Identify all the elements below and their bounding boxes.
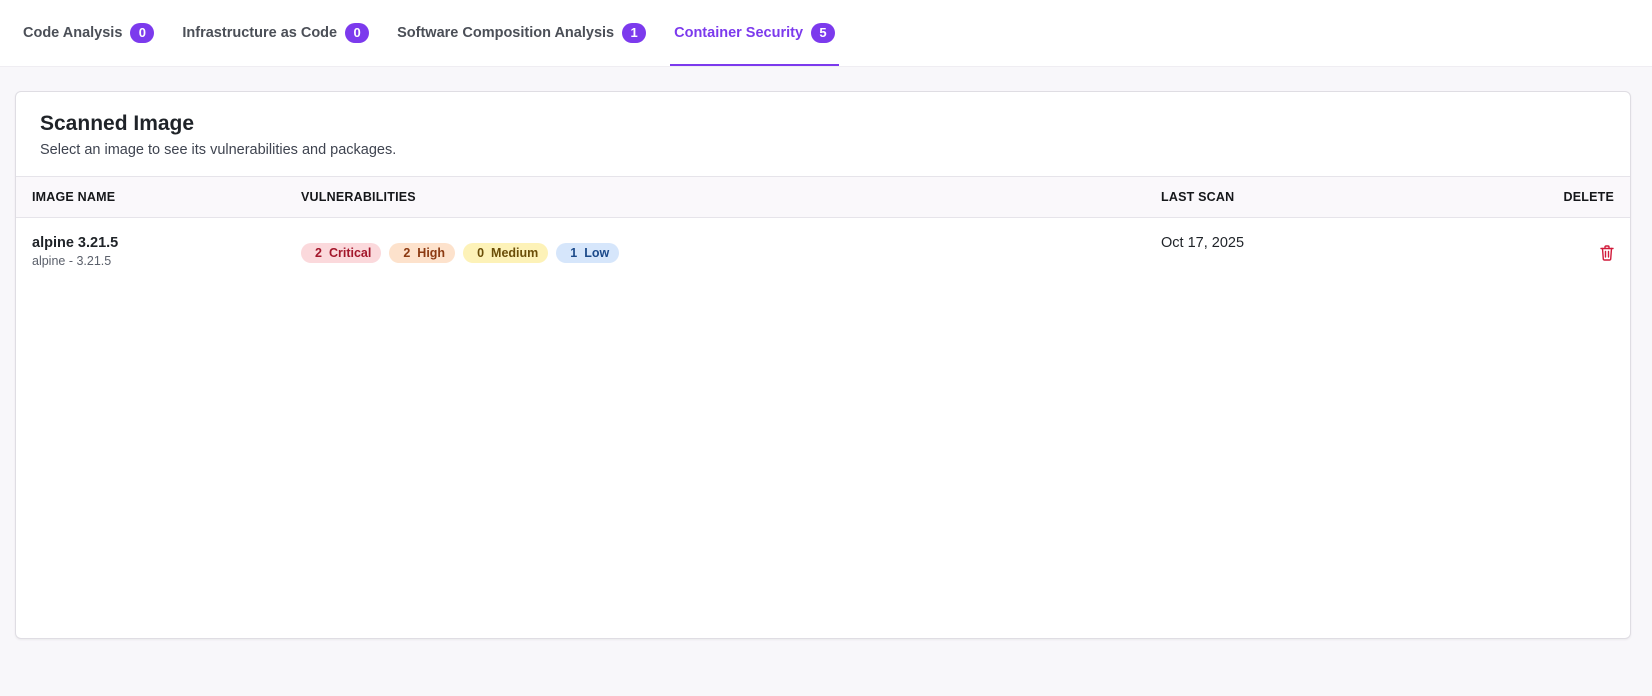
table-header: IMAGE NAME VULNERABILITIES LAST SCAN DEL… bbox=[16, 177, 1630, 218]
delete-cell bbox=[1541, 235, 1630, 288]
low-badge: 1 Low bbox=[556, 243, 620, 263]
tab-count-badge: 5 bbox=[811, 22, 836, 43]
image-tag: alpine - 3.21.5 bbox=[32, 254, 112, 268]
tab-count-badge: 0 bbox=[345, 22, 370, 43]
image-name: alpine 3.21.5 bbox=[32, 235, 119, 251]
last-scan-date: Oct 17, 2025 bbox=[1161, 235, 1245, 251]
tab-bar: Code Analysis 0 Infrastructure as Code 0… bbox=[0, 0, 1652, 67]
tab-software-composition-analysis[interactable]: Software Composition Analysis 1 bbox=[393, 0, 650, 66]
tab-infrastructure-as-code[interactable]: Infrastructure as Code 0 bbox=[178, 0, 373, 66]
tab-label: Code Analysis bbox=[23, 24, 123, 41]
high-label: High bbox=[417, 246, 446, 260]
vulnerabilities-cell: 2 Critical 2 High 0 Medium 1 Low bbox=[301, 235, 1161, 288]
card-header: Scanned Image Select an image to see its… bbox=[16, 92, 1630, 177]
tab-container-security[interactable]: Container Security 5 bbox=[670, 0, 839, 66]
high-count: 2 bbox=[403, 246, 411, 260]
tab-code-analysis[interactable]: Code Analysis 0 bbox=[19, 0, 158, 66]
critical-badge: 2 Critical bbox=[301, 243, 382, 263]
tab-count-badge: 0 bbox=[130, 22, 155, 43]
tab-count-badge: 1 bbox=[622, 22, 647, 43]
column-header-vulnerabilities: VULNERABILITIES bbox=[301, 190, 416, 204]
delete-button[interactable] bbox=[1597, 243, 1617, 263]
card-subtitle: Select an image to see its vulnerabiliti… bbox=[40, 142, 397, 158]
severity-badges: 2 Critical 2 High 0 Medium 1 Low bbox=[301, 243, 1161, 263]
critical-label: Critical bbox=[328, 246, 372, 260]
tab-label: Container Security bbox=[674, 24, 804, 41]
column-header-delete: DELETE bbox=[1563, 190, 1614, 204]
card-title: Scanned Image bbox=[40, 112, 195, 135]
tab-label: Infrastructure as Code bbox=[182, 24, 338, 41]
critical-count: 2 bbox=[315, 246, 322, 260]
last-scan-cell: Oct 17, 2025 bbox=[1161, 235, 1541, 288]
medium-label: Medium bbox=[491, 246, 539, 260]
high-badge: 2 High bbox=[389, 243, 456, 263]
tab-label: Software Composition Analysis bbox=[397, 24, 615, 41]
medium-count: 0 bbox=[477, 246, 485, 260]
scanned-image-card: Scanned Image Select an image to see its… bbox=[15, 91, 1631, 639]
trash-icon bbox=[1600, 245, 1614, 261]
medium-badge: 0 Medium bbox=[463, 243, 549, 263]
low-label: Low bbox=[584, 246, 610, 260]
low-count: 1 bbox=[570, 246, 578, 260]
table-row[interactable]: alpine 3.21.5 alpine - 3.21.5 2 Critical… bbox=[16, 218, 1630, 288]
column-header-image-name: IMAGE NAME bbox=[32, 190, 116, 204]
image-name-cell: alpine 3.21.5 alpine - 3.21.5 bbox=[16, 235, 301, 288]
column-header-last-scan: LAST SCAN bbox=[1161, 190, 1235, 204]
